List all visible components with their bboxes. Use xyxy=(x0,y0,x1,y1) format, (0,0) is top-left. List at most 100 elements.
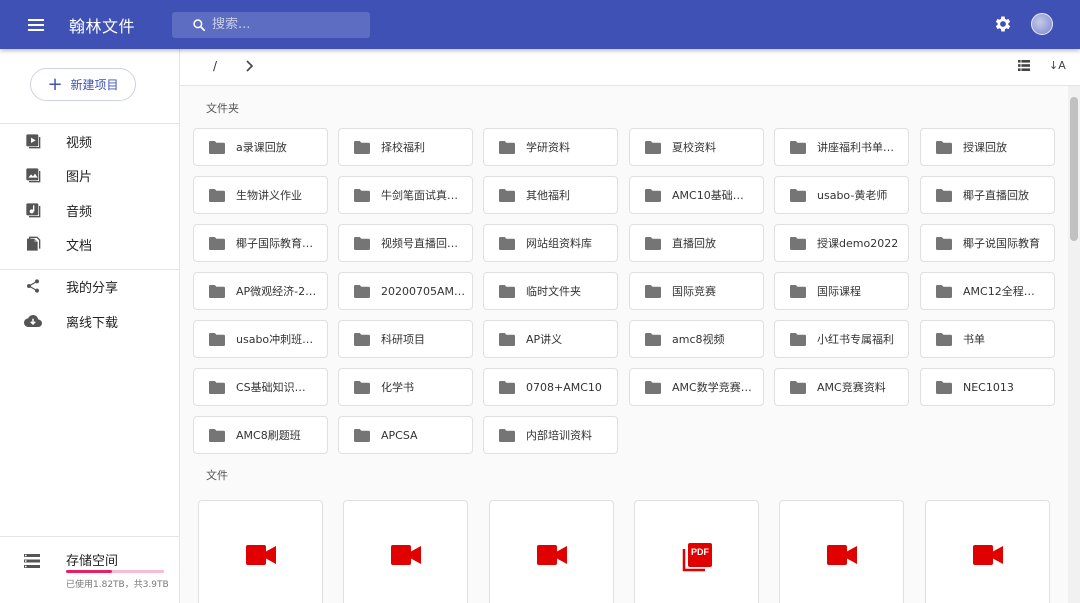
folder-item[interactable]: 化学书 xyxy=(338,368,473,406)
folder-item[interactable]: 临时文件夹 xyxy=(483,272,618,310)
folder-icon xyxy=(645,380,661,394)
folder-name: 讲座福利书单… xyxy=(817,141,894,154)
settings-gear-icon[interactable] xyxy=(993,14,1013,34)
menu-icon[interactable] xyxy=(24,13,48,37)
file-card[interactable]: PDF xyxy=(634,500,759,603)
folder-item[interactable]: 直播回放 xyxy=(629,224,764,262)
folder-item[interactable]: 科研项目 xyxy=(338,320,473,358)
folder-item[interactable]: 椰子直播回放 xyxy=(920,176,1055,214)
folder-item[interactable]: CS基础知识… xyxy=(193,368,328,406)
sort-button[interactable]: ↓A xyxy=(1049,59,1066,72)
folder-icon xyxy=(354,188,370,202)
folder-icon xyxy=(790,188,806,202)
folder-item[interactable]: 椰子说国际教育 xyxy=(920,224,1055,262)
user-avatar[interactable] xyxy=(1031,13,1053,35)
folder-item[interactable]: 网站组资料库 xyxy=(483,224,618,262)
folder-icon xyxy=(936,284,952,298)
folder-item[interactable]: AP微观经济-2… xyxy=(193,272,328,310)
cloud-download-icon xyxy=(24,312,42,330)
folder-item[interactable]: 0708+AMC10 xyxy=(483,368,618,406)
file-card[interactable] xyxy=(198,500,323,603)
folder-item[interactable]: 书单 xyxy=(920,320,1055,358)
search-input[interactable] xyxy=(212,17,362,32)
folder-name: 夏校资料 xyxy=(672,141,716,154)
sidebar: + 新建项目 视频 图片 音频 文档 我的分享 离线下载 存储空间 已使用1.8… xyxy=(0,49,180,603)
sidebar-item-label: 我的分享 xyxy=(66,280,119,296)
folder-item[interactable]: usabo-黄老师 xyxy=(774,176,909,214)
folder-item[interactable]: AMC8刷题班 xyxy=(193,416,328,454)
folder-name: 化学书 xyxy=(381,381,414,394)
app-bar: 翰林文件 xyxy=(0,0,1080,49)
folder-icon xyxy=(499,140,515,154)
file-card[interactable] xyxy=(925,500,1050,603)
sidebar-item-documents[interactable]: 文档 xyxy=(0,228,179,260)
list-view-icon[interactable] xyxy=(1018,60,1030,71)
plus-icon: + xyxy=(47,73,63,95)
folder-name: AMC10基础… xyxy=(672,189,744,202)
folder-icon xyxy=(645,140,661,154)
folder-item[interactable]: 小红书专属福利 xyxy=(774,320,909,358)
folder-icon xyxy=(936,236,952,250)
folder-item[interactable]: 其他福利 xyxy=(483,176,618,214)
folder-item[interactable]: 国际竞赛 xyxy=(629,272,764,310)
breadcrumb-root[interactable]: / xyxy=(213,59,217,73)
folder-name: APCSA xyxy=(381,428,418,442)
sidebar-item-images[interactable]: 图片 xyxy=(0,159,179,191)
file-card[interactable] xyxy=(489,500,614,603)
folder-icon xyxy=(790,380,806,394)
folder-name: 20200705AM… xyxy=(381,284,466,298)
folder-item[interactable]: 内部培训资料 xyxy=(483,416,618,454)
folder-name: 牛剑笔面试真… xyxy=(381,189,458,202)
file-card[interactable] xyxy=(779,500,904,603)
folder-item[interactable]: AMC12全程… xyxy=(920,272,1055,310)
folder-item[interactable]: 授课demo2022 xyxy=(774,224,909,262)
video-icon xyxy=(24,132,42,150)
folder-item[interactable]: 讲座福利书单… xyxy=(774,128,909,166)
storage-panel[interactable]: 存储空间 已使用1.82TB，共3.9TB xyxy=(0,536,179,603)
folder-item[interactable]: APCSA xyxy=(338,416,473,454)
scrollbar-thumb[interactable] xyxy=(1070,97,1078,241)
folder-item[interactable]: 授课回放 xyxy=(920,128,1055,166)
folder-item[interactable]: 视频号直播回… xyxy=(338,224,473,262)
folder-item[interactable]: 国际课程 xyxy=(774,272,909,310)
folder-icon xyxy=(209,332,225,346)
folder-item[interactable]: 牛剑笔面试真… xyxy=(338,176,473,214)
folder-item[interactable]: usabo冲刺班… xyxy=(193,320,328,358)
sidebar-item-offline-download[interactable]: 离线下载 xyxy=(0,305,179,337)
folder-item[interactable]: 生物讲义作业 xyxy=(193,176,328,214)
folder-item[interactable]: a录课回放 xyxy=(193,128,328,166)
folder-icon xyxy=(354,428,370,442)
folder-item[interactable]: AMC10基础… xyxy=(629,176,764,214)
folder-icon xyxy=(354,380,370,394)
folder-name: 临时文件夹 xyxy=(526,285,581,298)
pdf-badge-text: PDF xyxy=(691,547,709,557)
pdf-file-icon xyxy=(682,543,712,572)
folder-item[interactable]: AP讲义 xyxy=(483,320,618,358)
folder-item[interactable]: 20200705AM… xyxy=(338,272,473,310)
folder-item[interactable]: 椰子国际教育… xyxy=(193,224,328,262)
folder-icon xyxy=(209,380,225,394)
folder-icon xyxy=(209,236,225,250)
sidebar-item-video[interactable]: 视频 xyxy=(0,125,179,157)
video-file-icon xyxy=(246,545,276,565)
folder-item[interactable]: AMC数学竞赛… xyxy=(629,368,764,406)
sidebar-item-audio[interactable]: 音频 xyxy=(0,194,179,226)
new-item-button[interactable]: + 新建项目 xyxy=(30,68,136,101)
file-card[interactable] xyxy=(343,500,468,603)
folder-item[interactable]: 择校福利 xyxy=(338,128,473,166)
folder-item[interactable]: NEC1013 xyxy=(920,368,1055,406)
folder-item[interactable]: AMC竞赛资料 xyxy=(774,368,909,406)
folder-item[interactable]: amc8视频 xyxy=(629,320,764,358)
folder-name: 小红书专属福利 xyxy=(817,333,894,346)
sidebar-item-my-shares[interactable]: 我的分享 xyxy=(0,270,179,302)
share-icon xyxy=(24,277,42,295)
search-box[interactable] xyxy=(172,11,370,38)
folder-item[interactable]: 学研资料 xyxy=(483,128,618,166)
chevron-right-icon[interactable] xyxy=(244,60,254,72)
folder-name: AP讲义 xyxy=(526,333,563,346)
folder-icon xyxy=(209,428,225,442)
folder-name: a录课回放 xyxy=(236,141,287,154)
storage-title: 存储空间 xyxy=(66,554,119,569)
folder-icon xyxy=(499,428,515,442)
folder-item[interactable]: 夏校资料 xyxy=(629,128,764,166)
